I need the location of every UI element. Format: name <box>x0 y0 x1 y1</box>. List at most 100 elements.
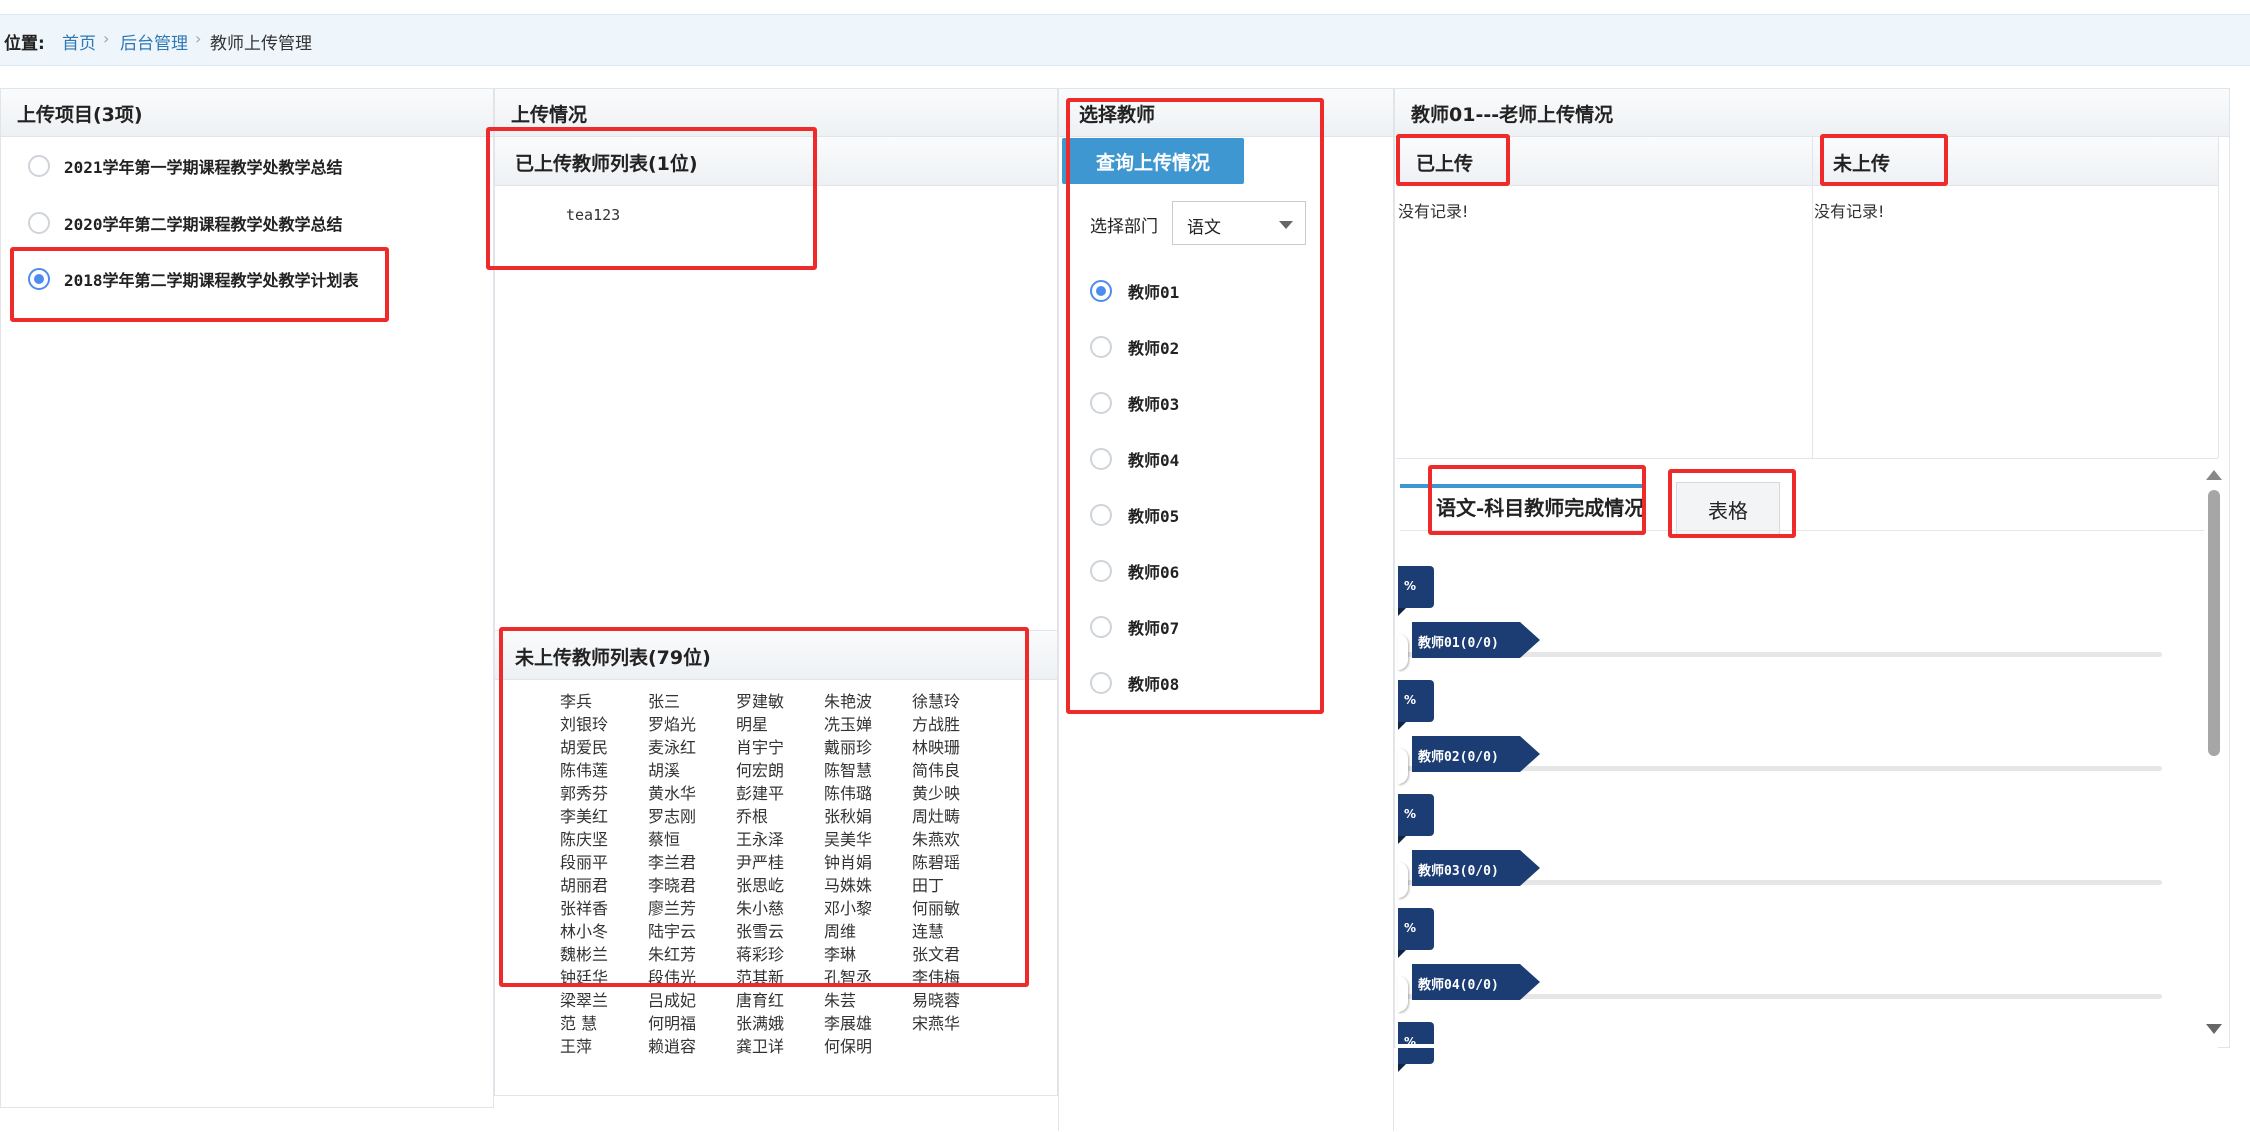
not-uploaded-teacher-name: 李兵 <box>560 692 593 711</box>
teacher-radio-item[interactable]: 教师07 <box>1090 613 1179 641</box>
not-uploaded-teacher-name: 张满娥 <box>736 1014 785 1033</box>
teacher-radio-label: 教师04 <box>1128 451 1180 470</box>
not-uploaded-teacher-name: 梁翠兰 <box>560 991 609 1010</box>
tab-table[interactable]: 表格 <box>1676 482 1780 536</box>
uploaded-teacher-item: tea123 <box>566 206 621 224</box>
breadcrumb: 位置: 首页 › 后台管理 › 教师上传管理 <box>0 14 2250 66</box>
not-uploaded-teacher-name: 赖逍容 <box>648 1037 697 1056</box>
project-label: 2021学年第一学期课程教学处教学总结 <box>64 158 343 177</box>
teacher-radio-label: 教师07 <box>1128 619 1180 638</box>
not-uploaded-teacher-name: 彭建平 <box>736 784 785 803</box>
progress-label: 教师01(0/0) <box>1412 622 1540 658</box>
not-uploaded-row: 陈伟莲 胡溪 何宏朗 陈智慧 简伟良 <box>560 759 1020 782</box>
not-uploaded-teacher-name: 钟肖娟 <box>824 853 873 872</box>
tab-completion[interactable]: 语文-科目教师完成情况 <box>1428 480 1652 530</box>
column-divider <box>2218 136 2219 458</box>
teacher-radio-item[interactable]: 教师05 <box>1090 501 1179 529</box>
not-uploaded-teacher-name: 徐慧玲 <box>912 692 961 711</box>
teacher-radio-item[interactable]: 教师08 <box>1090 669 1179 697</box>
percent-tag: % <box>1398 794 1434 844</box>
not-uploaded-row: 范 慧 何明福 张满娥 李展雄 宋燕华 <box>560 1012 1020 1035</box>
scroll-down-icon[interactable] <box>2206 1024 2222 1034</box>
teacher-radio-item[interactable]: 教师03 <box>1090 389 1179 417</box>
not-uploaded-teacher-name: 孔智丞 <box>824 968 873 987</box>
teacher-radio[interactable] <box>1090 336 1112 358</box>
teacher-radio-item[interactable]: 教师04 <box>1090 445 1179 473</box>
not-uploaded-teacher-name: 陈伟莲 <box>560 761 609 780</box>
not-uploaded-teacher-name: 林映珊 <box>912 738 961 757</box>
not-uploaded-row: 郭秀芬 黄水华 彭建平 陈伟璐 黄少映 <box>560 782 1020 805</box>
not-uploaded-list-header: 未上传教师列表(79位) <box>495 630 1057 680</box>
not-uploaded-teacher-name: 马姝姝 <box>824 876 873 895</box>
not-uploaded-teacher-name: 张秋娟 <box>824 807 873 826</box>
not-uploaded-teacher-name: 胡丽君 <box>560 876 609 895</box>
not-uploaded-teacher-name: 唐育红 <box>736 991 785 1010</box>
progress-scrollbar[interactable] <box>2200 464 2226 1044</box>
progress-row: % 教师02(0/0) <box>1398 680 2168 790</box>
progress-knob <box>1398 634 1408 670</box>
not-uploaded-teacher-name: 段伟光 <box>648 968 697 987</box>
not-uploaded-row: 段丽平 李兰君 尹严桂 钟肖娟 陈碧瑶 <box>560 851 1020 874</box>
not-uploaded-teacher-name: 李兰君 <box>648 853 697 872</box>
breadcrumb-home-link[interactable]: 首页 <box>62 29 96 54</box>
teacher-radio[interactable] <box>1090 392 1112 414</box>
project-item[interactable]: 2020学年第二学期课程教学处教学总结 <box>28 208 343 238</box>
project-label: 2018学年第二学期课程教学处教学计划表 <box>64 271 359 290</box>
projects-panel: 上传项目(3项) <box>0 88 494 1108</box>
progress-row: % 教师03(0/0) <box>1398 794 2168 904</box>
not-uploaded-teacher-name: 周灶畴 <box>912 807 961 826</box>
not-uploaded-teacher-name: 尹严桂 <box>736 853 785 872</box>
teacher-radio[interactable] <box>1090 504 1112 526</box>
not-uploaded-row: 钟廷华 段伟光 范其新 孔智丞 李伟梅 <box>560 966 1020 989</box>
scrollbar-thumb[interactable] <box>2208 490 2220 756</box>
not-uploaded-teacher-name: 邓小黎 <box>824 899 873 918</box>
not-uploaded-teacher-name: 范其新 <box>736 968 785 987</box>
breadcrumb-label: 位置: <box>4 34 45 54</box>
section-divider <box>1396 458 2218 459</box>
not-uploaded-teacher-name: 张祥香 <box>560 899 609 918</box>
chevron-down-icon <box>1279 221 1293 229</box>
teacher-radio-label: 教师08 <box>1128 675 1180 694</box>
not-uploaded-teacher-name: 蒋彩珍 <box>736 945 785 964</box>
teacher-radio-label: 教师06 <box>1128 563 1180 582</box>
project-item[interactable]: 2021学年第一学期课程教学处教学总结 <box>28 151 343 181</box>
not-uploaded-teacher-name: 胡溪 <box>648 761 681 780</box>
not-uploaded-row: 林小冬 陆宇云 张雪云 周维 连慧 <box>560 920 1020 943</box>
breadcrumb-current: 教师上传管理 <box>210 34 312 54</box>
project-radio-selected[interactable] <box>28 268 50 290</box>
not-uploaded-teacher-name: 罗建敏 <box>736 692 785 711</box>
not-uploaded-row: 胡爱民 麦泳红 肖宇宁 戴丽珍 林映珊 <box>560 736 1020 759</box>
not-uploaded-teacher-name: 陈伟璐 <box>824 784 873 803</box>
project-item-selected[interactable]: 2018学年第二学期课程教学处教学计划表 <box>28 264 359 294</box>
breadcrumb-admin-link[interactable]: 后台管理 <box>120 29 188 54</box>
not-uploaded-teacher-name: 乔根 <box>736 807 769 826</box>
not-uploaded-teacher-name: 连慧 <box>912 922 945 941</box>
upload-status-title: 上传情况 <box>495 89 1057 137</box>
not-uploaded-teacher-name: 魏彬兰 <box>560 945 609 964</box>
not-uploaded-teacher-name: 方战胜 <box>912 715 961 734</box>
teacher-radio[interactable] <box>1090 560 1112 582</box>
uploaded-list-header: 已上传教师列表(1位) <box>495 136 1057 186</box>
teacher-detail-title: 教师01---老师上传情况 <box>1395 89 2229 137</box>
not-uploaded-teacher-name: 李伟梅 <box>912 968 961 987</box>
not-uploaded-row: 王萍 赖逍容 龚卫详 何保明 <box>560 1035 1020 1058</box>
project-radio[interactable] <box>28 155 50 177</box>
project-radio[interactable] <box>28 212 50 234</box>
not-uploaded-teacher-name: 朱芸 <box>824 991 857 1010</box>
query-upload-button[interactable]: 查询上传情况 <box>1062 138 1244 184</box>
not-uploaded-teacher-name: 刘银玲 <box>560 715 609 734</box>
scroll-up-icon[interactable] <box>2206 470 2222 480</box>
not-uploaded-teacher-name: 黄少映 <box>912 784 961 803</box>
teacher-radio[interactable] <box>1090 672 1112 694</box>
not-uploaded-teacher-name: 吕成妃 <box>648 991 697 1010</box>
not-uploaded-teacher-name: 麦泳红 <box>648 738 697 757</box>
teacher-radio[interactable] <box>1090 280 1112 302</box>
dept-label: 选择部门 <box>1090 217 1158 237</box>
dept-select[interactable]: 语文 <box>1172 201 1306 245</box>
progress-label: 教师04(0/0) <box>1412 964 1540 1000</box>
teacher-radio-item[interactable]: 教师02 <box>1090 333 1179 361</box>
teacher-radio-item[interactable]: 教师06 <box>1090 557 1179 585</box>
teacher-radio-item[interactable]: 教师01 <box>1090 277 1179 305</box>
teacher-radio[interactable] <box>1090 616 1112 638</box>
teacher-radio[interactable] <box>1090 448 1112 470</box>
